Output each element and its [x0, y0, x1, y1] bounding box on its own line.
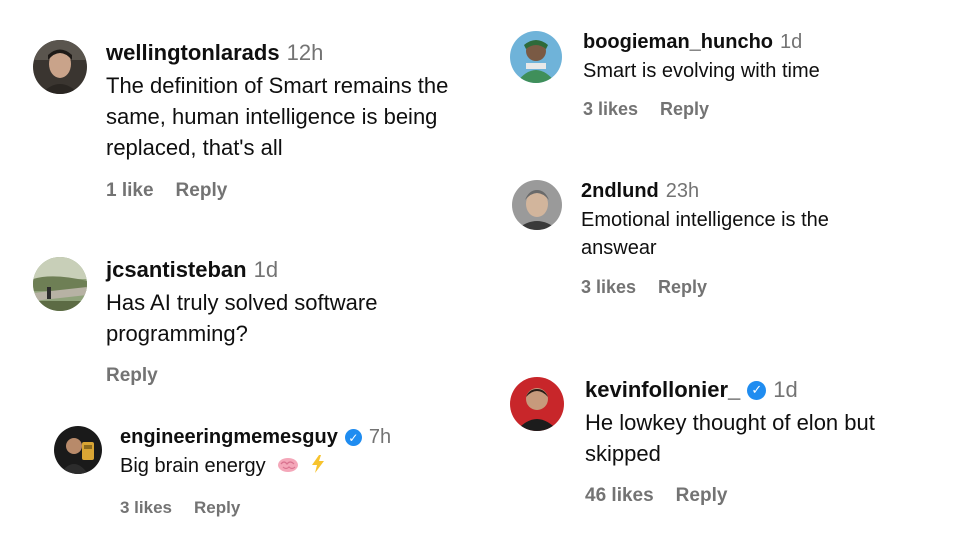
timestamp: 1d: [253, 257, 279, 282]
likes-count[interactable]: 3 likes: [581, 277, 636, 298]
reply-button[interactable]: Reply: [194, 498, 240, 518]
check-badge-icon: ✓: [344, 429, 362, 446]
timestamp: 1d: [773, 377, 798, 402]
comment-engineeringmemesguy: engineeringmemesguy ✓ 7h Big brain energ…: [54, 426, 391, 518]
lightning-icon: [311, 453, 325, 481]
comment-text: Smart is evolving with time: [583, 60, 820, 82]
likes-count[interactable]: 3 likes: [583, 99, 638, 120]
avatar[interactable]: [33, 40, 87, 94]
username[interactable]: engineeringmemesguy: [120, 426, 338, 449]
timestamp: 12h: [286, 40, 324, 65]
likes-count[interactable]: 1 like: [106, 180, 154, 202]
username[interactable]: boogieman_huncho: [583, 31, 773, 54]
username[interactable]: jcsantisteban: [106, 257, 247, 283]
comment-kevinfollonier: kevinfollonier_ ✓ 1d He lowkey thought o…: [510, 377, 920, 507]
reply-button[interactable]: Reply: [660, 99, 709, 120]
comment-2ndlund: 2ndlund 23h Emotional intelligence is th…: [512, 180, 881, 298]
username[interactable]: 2ndlund: [581, 180, 659, 203]
comment-jcsantisteban: jcsantisteban 1d Has AI truly solved sof…: [33, 257, 416, 387]
check-badge-icon: ✓: [747, 380, 767, 400]
timestamp: 1d: [780, 31, 803, 53]
avatar[interactable]: [510, 31, 562, 83]
likes-count[interactable]: 46 likes: [585, 485, 654, 507]
reply-button[interactable]: Reply: [106, 365, 158, 387]
reply-button[interactable]: Reply: [658, 277, 707, 298]
comment-text: The definition of Smart remains the same…: [106, 73, 449, 161]
comment-wellingtonlarads: wellingtonlarads 12h The definition of S…: [33, 40, 451, 202]
timestamp: 23h: [665, 180, 700, 202]
timestamp: 7h: [368, 426, 392, 448]
likes-count[interactable]: 3 likes: [120, 498, 172, 518]
avatar[interactable]: [512, 180, 562, 230]
avatar[interactable]: [510, 377, 564, 431]
comment-text: Emotional intelligence is the answear: [581, 209, 829, 260]
comment-text: Has AI truly solved software programming…: [106, 290, 378, 347]
avatar[interactable]: [33, 257, 87, 311]
comment-text: He lowkey thought of elon but skipped: [585, 410, 875, 467]
username[interactable]: kevinfollonier_: [585, 377, 740, 403]
comment-text: Big brain energy: [120, 455, 266, 477]
avatar[interactable]: [54, 426, 102, 474]
reply-button[interactable]: Reply: [176, 180, 228, 202]
reply-button[interactable]: Reply: [676, 485, 728, 507]
brain-icon: [277, 453, 299, 481]
username[interactable]: wellingtonlarads: [106, 40, 280, 66]
comment-text-row: Big brain energy: [120, 452, 391, 481]
comment-boogieman-huncho: boogieman_huncho 1d Smart is evolving wi…: [510, 31, 820, 120]
